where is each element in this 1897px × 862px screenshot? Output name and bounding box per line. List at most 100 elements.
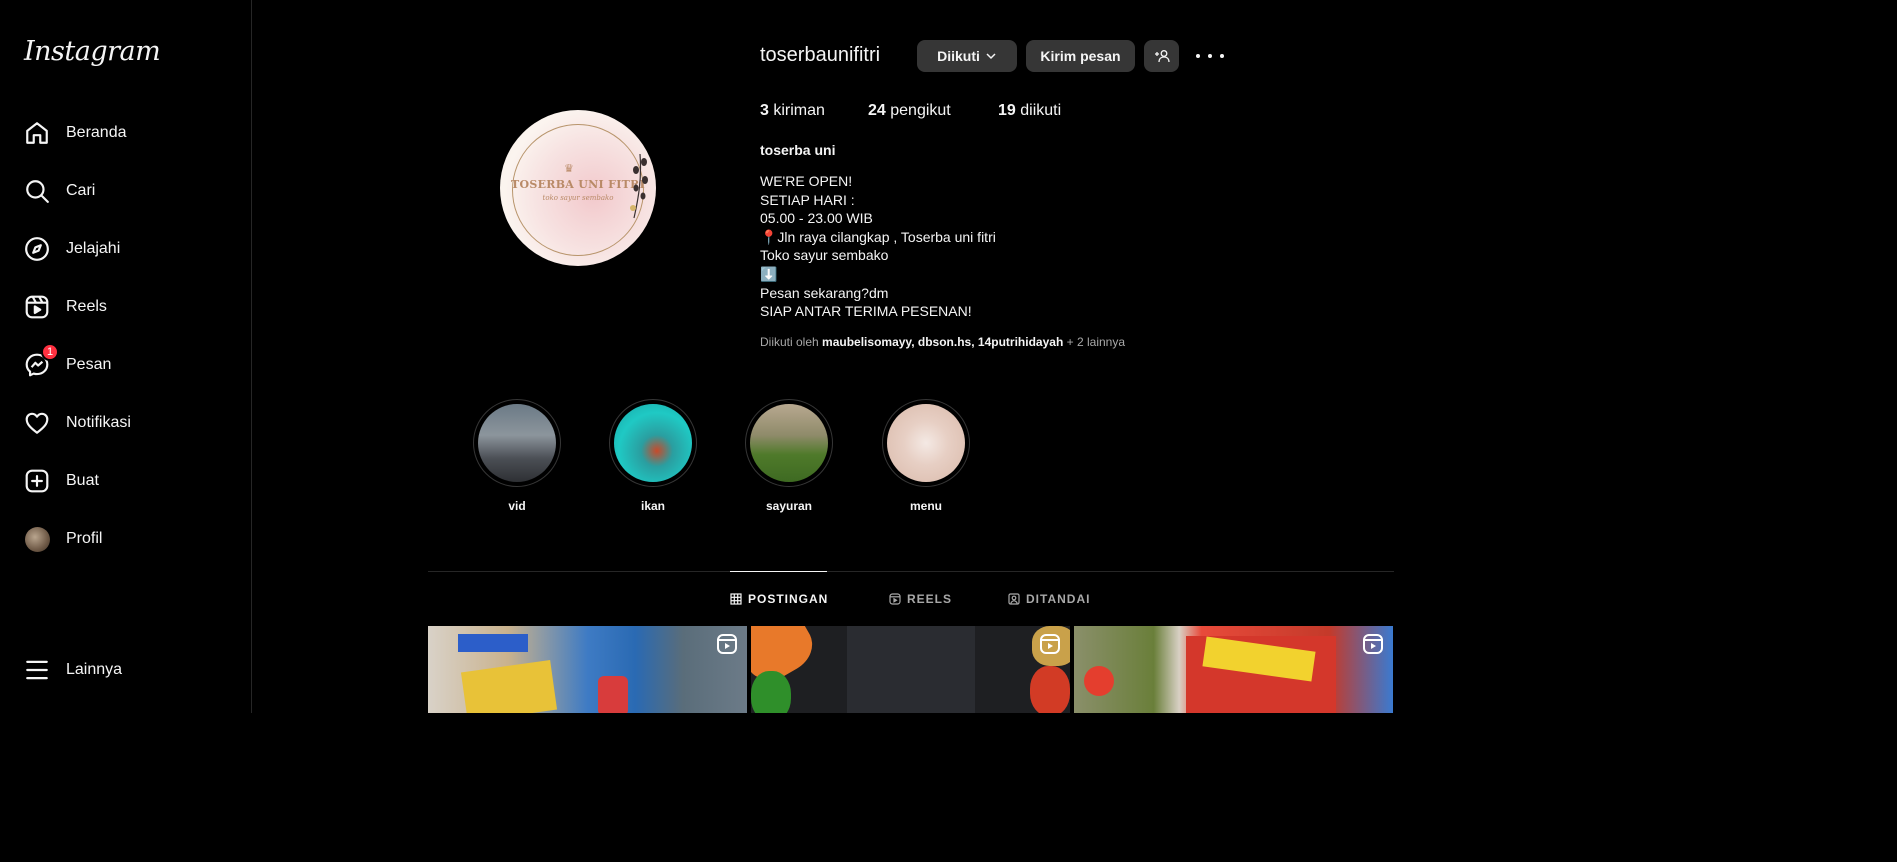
bio-line: Toko sayur sembako [760, 247, 889, 264]
chevron-down-icon [985, 50, 997, 62]
post-sign [458, 634, 528, 652]
profile-username: toserbaunifitri [760, 44, 881, 66]
sidebar-item-beranda[interactable]: Beranda [12, 109, 240, 157]
highlight-label: vid [508, 499, 526, 513]
sidebar-item-buat[interactable]: Buat [12, 457, 240, 505]
followed-by-suffix: + 2 lainnya [1066, 335, 1126, 349]
highlight-vid[interactable]: vid [473, 399, 561, 513]
followed-by-user[interactable]: maubelisomayy [822, 335, 911, 349]
bio-line: 05.00 - 23.00 WIB [760, 210, 873, 227]
followers-count: 24 [868, 102, 886, 119]
avatar [24, 526, 50, 552]
reel-badge-icon [1363, 634, 1383, 654]
tab-reels[interactable]: REELS [889, 592, 952, 606]
highlight-cover [478, 404, 556, 482]
grid-icon [730, 593, 742, 605]
post-tile[interactable] [1074, 626, 1393, 713]
highlight-ring [882, 399, 970, 487]
sidebar-item-notifikasi[interactable]: Notifikasi [12, 399, 240, 447]
sidebar-item-label: Cari [66, 182, 96, 199]
messenger-icon: 1 [24, 343, 59, 378]
sidebar-item-label: Lainnya [66, 661, 123, 678]
tab-postingan[interactable]: POSTINGAN [730, 592, 828, 606]
posts-count: 3 [760, 102, 769, 119]
tab-label: DITANDAI [1026, 592, 1091, 606]
highlight-ring [609, 399, 697, 487]
bio-line: 📍Jln raya cilangkap , Toserba uni fitri [760, 228, 996, 245]
post-object [598, 676, 628, 713]
tab-label: POSTINGAN [748, 592, 829, 606]
sidebar-item-reels[interactable]: Reels [12, 283, 240, 331]
post-sign [460, 659, 558, 713]
active-tab-indicator [730, 571, 827, 572]
highlight-cover [614, 404, 692, 482]
highlight-ikan[interactable]: ikan [609, 399, 697, 513]
more-options-icon[interactable] [1196, 46, 1224, 66]
tagged-icon [1008, 593, 1020, 605]
suggest-people-button[interactable] [1144, 40, 1179, 72]
sidebar-item-label: Profil [66, 530, 103, 547]
profile-picture[interactable]: ♛ TOSERBA UNI FITRI toko sayur sembako [500, 110, 656, 266]
post-panel [847, 626, 975, 713]
crown-icon: ♛ [564, 163, 574, 175]
branch-decoration [630, 153, 648, 219]
sidebar-item-profil[interactable]: Profil [12, 515, 240, 563]
highlight-ring [745, 399, 833, 487]
followed-by[interactable]: Diikuti oleh maubelisomayy, dbson.hs, 14… [760, 335, 1125, 349]
home-icon [24, 120, 50, 146]
following-button-label: Diikuti [937, 48, 980, 64]
sidebar-item-cari[interactable]: Cari [12, 167, 240, 215]
bio-line: SETIAP HARI : [760, 191, 855, 208]
sidebar-item-jelajahi[interactable]: Jelajahi [12, 225, 240, 273]
compass-icon [24, 236, 50, 262]
post-tile[interactable] [428, 626, 747, 713]
post-object [751, 671, 791, 713]
followers-stat[interactable]: 24 pengikut [868, 102, 951, 120]
following-stat[interactable]: 19 diikuti [998, 102, 1061, 120]
plus-square-icon [24, 468, 50, 494]
sidebar-item-label: Pesan [66, 356, 112, 373]
menu-icon [24, 657, 50, 683]
followed-by-user[interactable]: 14putrihidayah [978, 335, 1063, 349]
bio-line: SIAP ANTAR TERIMA PESENAN! [760, 303, 972, 320]
following-count: 19 [998, 102, 1016, 119]
sidebar-item-label: Jelajahi [66, 240, 121, 257]
highlight-ring [473, 399, 561, 487]
highlight-cover [887, 404, 965, 482]
posts-label: kiriman [773, 102, 825, 119]
tab-label: REELS [907, 592, 953, 606]
post-tile[interactable] [751, 626, 1070, 713]
followers-label: pengikut [890, 102, 951, 119]
search-icon [24, 178, 50, 204]
bio-line: ⬇️ [760, 265, 778, 282]
sidebar: Instagram Beranda Cari Jelajahi Reels 1 … [0, 0, 252, 713]
sidebar-item-lainnya[interactable]: Lainnya [12, 646, 240, 694]
post-object [1084, 666, 1114, 696]
reel-badge-icon [1040, 634, 1060, 654]
followed-by-user[interactable]: dbson.hs [918, 335, 971, 349]
heart-icon [24, 410, 50, 436]
following-label: diikuti [1020, 102, 1062, 119]
send-message-label: Kirim pesan [1040, 48, 1121, 64]
highlight-cover [750, 404, 828, 482]
send-message-button[interactable]: Kirim pesan [1026, 40, 1135, 72]
following-button[interactable]: Diikuti [917, 40, 1017, 72]
post-object [1030, 666, 1070, 713]
sidebar-item-label: Notifikasi [66, 414, 131, 431]
notification-badge: 1 [41, 343, 59, 361]
sidebar-item-label: Beranda [66, 124, 127, 141]
highlight-label: sayuran [765, 499, 813, 513]
highlight-sayuran[interactable]: sayuran [745, 399, 833, 513]
followed-by-prefix: Diikuti oleh [760, 335, 819, 349]
reels-icon [889, 593, 901, 605]
add-person-icon [1154, 48, 1170, 64]
highlight-label: menu [909, 499, 942, 513]
reels-icon [24, 294, 50, 320]
profile-bio: WE'RE OPEN! SETIAP HARI : 05.00 - 23.00 … [760, 172, 996, 321]
bio-line: WE'RE OPEN! [760, 173, 853, 189]
highlight-menu[interactable]: menu [882, 399, 970, 513]
profile-full-name: toserba uni [760, 142, 836, 158]
instagram-logo[interactable]: Instagram [24, 36, 161, 67]
sidebar-item-pesan[interactable]: 1 Pesan [12, 341, 240, 389]
tab-ditandai[interactable]: DITANDAI [1008, 592, 1090, 606]
